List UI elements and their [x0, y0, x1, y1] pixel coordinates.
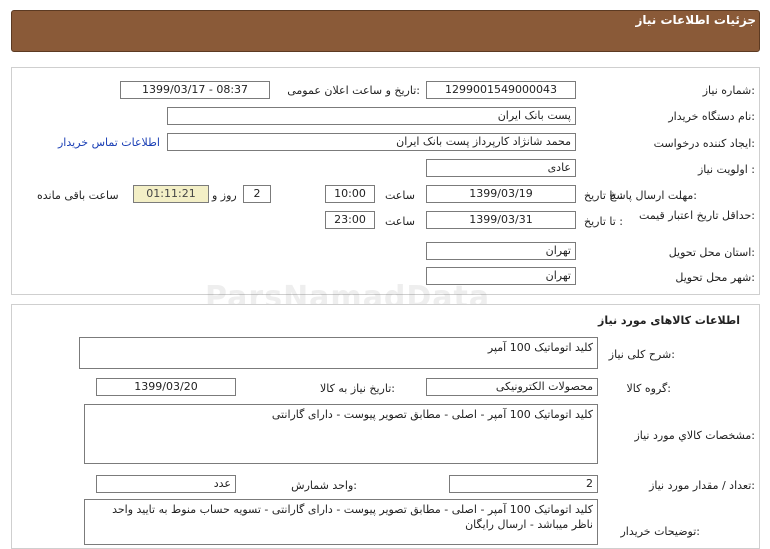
deadline-time-label: ساعت — [385, 189, 415, 202]
days-remaining-field: 2 — [243, 185, 271, 203]
days-label: روز و — [212, 189, 237, 202]
validity-label-line1: حداقل تاریخ اعتبار قیمت: — [639, 209, 755, 222]
goods-group-label: گروه کالا: — [626, 382, 671, 395]
province-label: استان محل تحویل: — [668, 246, 755, 259]
buyer-contact-link[interactable]: اطلاعات تماس خریدار — [58, 136, 160, 149]
page-title: جزئیات اطلاعات نیاز — [635, 13, 756, 27]
deadline-time-field: 10:00 — [325, 185, 375, 203]
summary-label: شرح کلی نیاز: — [608, 348, 675, 361]
specs-label: مشخصات کالاي مورد نياز: — [634, 429, 755, 442]
deadline-to-date-label-inline: تا تاریخ : — [584, 189, 623, 202]
city-field: تهران — [426, 267, 576, 285]
need-date-label: تاریخ نیاز به کالا: — [320, 382, 395, 395]
need-date-field: 1399/03/20 — [96, 378, 236, 396]
city-label: شهر محل تحویل: — [675, 271, 755, 284]
validity-time-field: 23:00 — [325, 211, 375, 229]
buyer-notes-label: توضیحات خریدار: — [620, 525, 701, 538]
buyer-org-label: نام دستگاه خریدار: — [668, 110, 755, 123]
priority-field: عادی — [426, 159, 576, 177]
announce-datetime-field: 1399/03/17 - 08:37 — [120, 81, 270, 99]
unit-label: واحد شمارش: — [291, 479, 357, 492]
creator-label: ایجاد کننده درخواست: — [653, 137, 755, 150]
goods-group-field: محصولات الکترونیکی — [426, 378, 598, 396]
buyer-org-field: پست بانک ایران — [167, 107, 576, 125]
announce-label: تاریخ و ساعت اعلان عمومی: — [287, 84, 420, 97]
quantity-label: تعداد / مقدار مورد نیاز: — [649, 479, 755, 492]
province-field: تهران — [426, 242, 576, 260]
remaining-label: ساعت باقی مانده — [37, 189, 119, 202]
creator-field: محمد شانژاد کارپرداز پست بانک ایران — [167, 133, 576, 151]
request-info-panel — [11, 67, 760, 295]
need-number-label: شماره نیاز: — [702, 84, 755, 97]
summary-field: کلید اتوماتیک 100 آمپر — [79, 337, 598, 369]
quantity-field: 2 — [449, 475, 598, 493]
validity-date-field: 1399/03/31 — [426, 211, 576, 229]
specs-field: کلید اتوماتیک 100 آمپر - اصلی - مطابق تص… — [84, 404, 598, 464]
unit-field: عدد — [96, 475, 236, 493]
deadline-date-field: 1399/03/19 — [426, 185, 576, 203]
validity-time-label: ساعت — [385, 215, 415, 228]
goods-section-title: اطلاعات کالاهای مورد نیاز — [598, 314, 740, 327]
buyer-notes-field: کلید اتوماتیک 100 آمپر - اصلی - مطابق تص… — [84, 499, 598, 545]
validity-to-date-label: تا تاریخ : — [584, 215, 623, 228]
need-number-field: 1299001549000043 — [426, 81, 576, 99]
remaining-time-field: 01:11:21 — [133, 185, 209, 203]
priority-label: اولویت نیاز : — [697, 163, 755, 176]
